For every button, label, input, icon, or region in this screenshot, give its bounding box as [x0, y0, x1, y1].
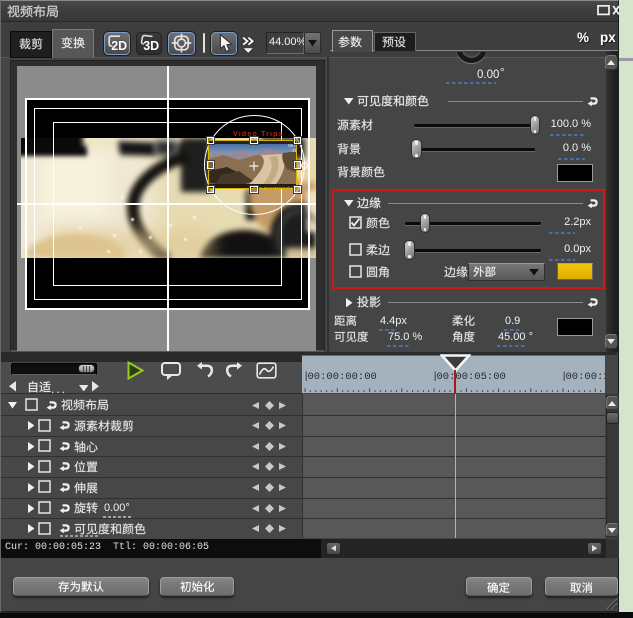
svg-text:2D: 2D — [111, 39, 127, 53]
svg-text:3D: 3D — [143, 39, 159, 53]
